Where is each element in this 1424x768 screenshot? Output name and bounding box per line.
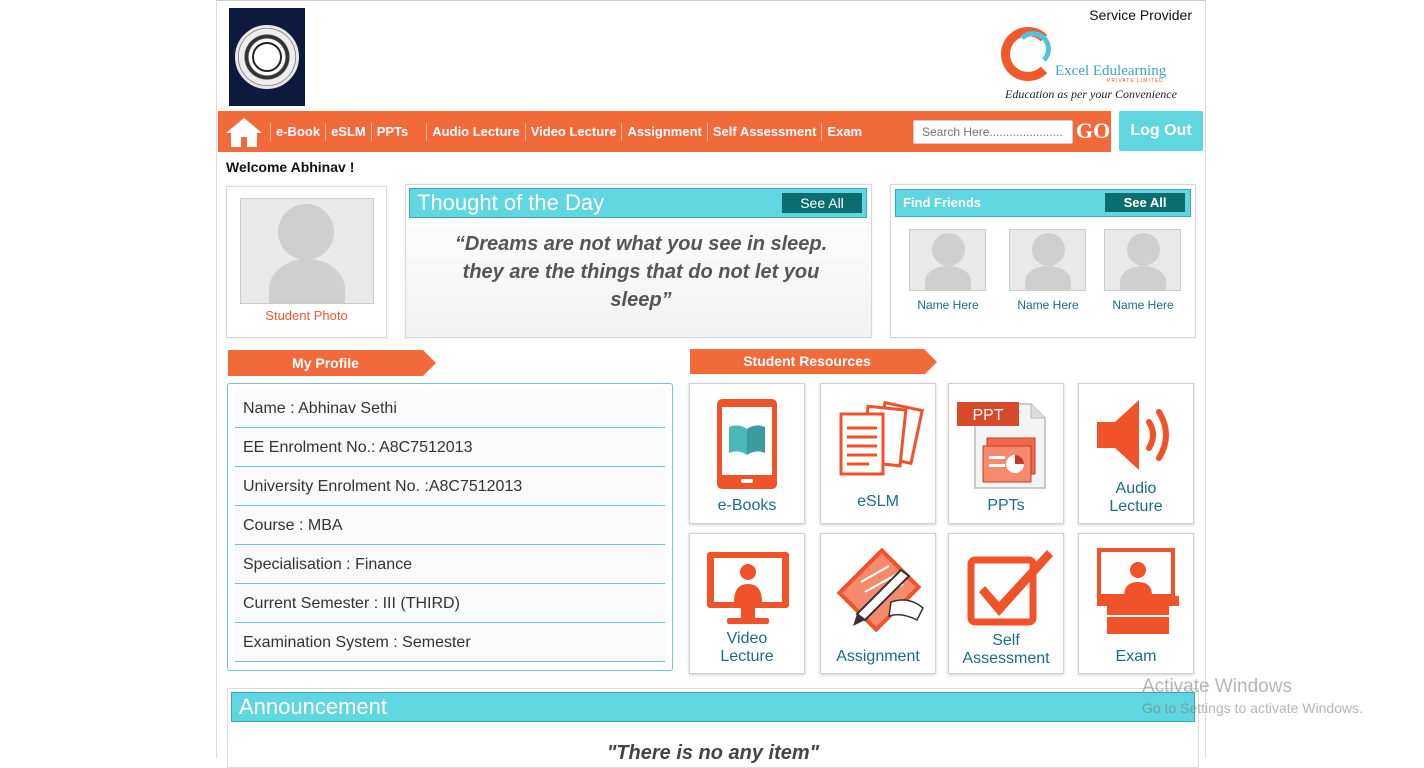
announcement-card: Announcement "There is no any item" [227,688,1199,768]
friend-avatar [1009,229,1086,291]
profile-details: Name : Abhinav Sethi EE Enrolment No.: A… [227,383,673,671]
activate-windows-watermark: Activate Windows [1142,676,1292,697]
ppt-badge-text: PPT [972,407,1003,424]
thought-quote: “Dreams are not what you see in sleep. t… [454,233,828,311]
eslm-tile[interactable]: eSLM [820,383,936,524]
friend-card[interactable]: Name Here [1009,229,1087,312]
ebooks-tile[interactable]: e-Books [689,383,805,524]
self-assessment-label-1: Self [992,632,1020,649]
university-logo [229,8,305,106]
student-resources-heading: Student Resources [690,349,937,375]
student-photo-label: Student Photo [265,308,348,323]
exam-label: Exam [1115,648,1157,665]
audio-lecture-label-1: Audio [1115,480,1157,497]
profile-row-exam-system: Examination System : Semester [235,623,665,662]
exam-tile[interactable]: Exam [1078,533,1194,674]
thought-see-all-button[interactable]: See All [782,193,862,213]
assignment-pen-icon [836,547,924,633]
self-assessment-tile[interactable]: Self Assessment [948,533,1064,674]
activate-windows-hint: Go to Settings to activate Windows. [1142,700,1363,716]
announcement-header: Announcement [231,692,1195,722]
ppts-tile[interactable]: PPT PPTs [948,383,1064,524]
brand-sub: PRIVATE LIMITED [1107,78,1164,84]
profile-row-specialisation: Specialisation : Finance [235,545,665,584]
friends-header: Find Friends See All [895,189,1191,217]
nav-ppts[interactable]: PPTs [370,122,427,141]
home-icon [226,117,262,147]
go-button[interactable]: GO [1076,118,1110,144]
nav-ebook[interactable]: e-Book [270,122,325,141]
find-friends-card: Find Friends See All Name Here Name Here… [890,184,1196,338]
announcement-empty-message: "There is no any item" [606,742,820,764]
student-photo-card: Student Photo [226,186,387,338]
nav-self-assessment[interactable]: Self Assessment [706,122,822,141]
excel-edulearning-logo: Excel Edulearning PRIVATE LIMITED Educat… [999,27,1189,105]
service-provider-label: Service Provider [1089,7,1192,23]
friend-name[interactable]: Name Here [909,298,987,312]
ebooks-label: e-Books [717,497,777,514]
eslm-documents-icon [839,400,924,476]
nav-video-lecture[interactable]: Video Lecture [524,122,622,141]
brand-tagline: Education as per your Convenience [1005,87,1177,101]
profile-row-university-enrolment: University Enrolment No. :A8C7512013 [235,467,665,506]
home-button[interactable] [218,111,270,152]
audio-lecture-tile[interactable]: Audio Lecture [1078,383,1194,524]
friends-title: Find Friends [903,195,981,210]
friend-avatar [1104,229,1181,291]
video-monitor-icon [707,552,789,624]
ppts-label: PPTs [987,497,1025,514]
nav-eslm[interactable]: eSLM [325,122,371,141]
eslm-label: eSLM [857,493,899,510]
ebook-tablet-icon [717,399,777,489]
video-lecture-label-1: Video [726,630,768,647]
friend-name[interactable]: Name Here [1009,298,1087,312]
logout-button[interactable]: Log Out [1119,111,1203,151]
nav-audio-lecture[interactable]: Audio Lecture [426,122,524,141]
main-nav: e-Book eSLM PPTs Audio Lecture Video Lec… [218,111,1111,152]
profile-row-ee-enrolment: EE Enrolment No.: A8C7512013 [235,428,665,467]
nav-exam[interactable]: Exam [821,122,867,141]
friend-card[interactable]: Name Here [909,229,987,312]
self-assessment-label-2: Assessment [962,650,1050,667]
checkbox-tick-icon [967,550,1053,626]
video-lecture-label-2: Lecture [720,648,774,665]
exam-desk-icon [1097,548,1179,634]
nav-assignment[interactable]: Assignment [621,122,706,141]
video-lecture-tile[interactable]: Video Lecture [689,533,805,674]
ppt-file-icon: PPT [957,402,1046,489]
profile-row-course: Course : MBA [235,506,665,545]
brand-swoosh-icon [1015,31,1051,67]
audio-lecture-label-2: Lecture [1109,498,1163,515]
page-container: Service Provider Excel Edulearning PRIVA… [216,0,1206,768]
my-profile-heading: My Profile [228,350,436,376]
thought-header: Thought of the Day See All [409,188,867,218]
student-avatar[interactable] [240,198,374,304]
friend-name[interactable]: Name Here [1104,298,1182,312]
assignment-label: Assignment [836,648,920,665]
friend-avatar [909,229,986,291]
search-input[interactable] [913,120,1073,144]
friend-card[interactable]: Name Here [1104,229,1182,312]
welcome-message: Welcome Abhinav ! [226,159,355,175]
profile-row-name: Name : Abhinav Sethi [235,389,665,428]
university-seal-icon [235,25,299,89]
profile-row-semester: Current Semester : III (THIRD) [235,584,665,623]
thought-of-the-day-card: Thought of the Day See All “Dreams are n… [405,184,872,338]
thought-title: Thought of the Day [417,190,605,215]
speaker-icon [1097,400,1169,470]
assignment-tile[interactable]: Assignment [820,533,936,674]
friends-see-all-button[interactable]: See All [1105,193,1185,212]
